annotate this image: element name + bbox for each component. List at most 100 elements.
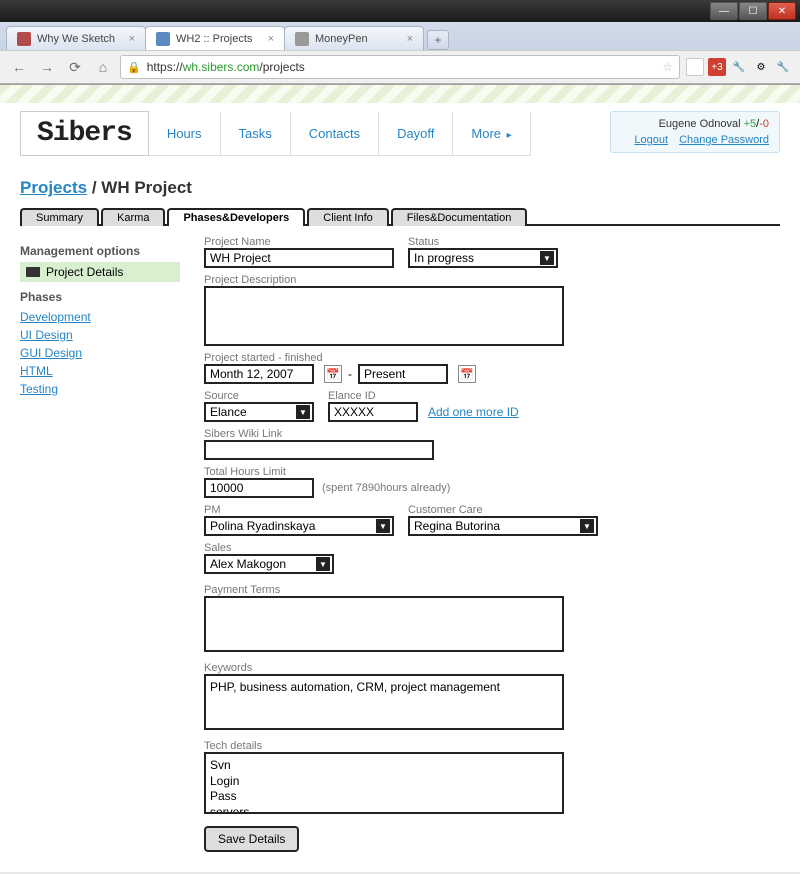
tab-close-icon[interactable]: ×	[268, 33, 274, 45]
chevron-down-icon: ▼	[296, 405, 310, 419]
source-select[interactable]: Elance ▼	[204, 402, 314, 422]
elance-id-input[interactable]	[328, 402, 418, 422]
minimize-button[interactable]: —	[710, 2, 738, 20]
user-plus-score: +5	[744, 118, 757, 130]
extension-icons: +3 🔧 ⚙ 🔧	[686, 58, 792, 76]
change-password-link[interactable]: Change Password	[679, 134, 769, 146]
nav-hours[interactable]: Hours	[149, 112, 221, 156]
date-end-input[interactable]	[358, 364, 448, 384]
reload-button[interactable]: ⟳	[64, 56, 86, 78]
label-status: Status	[408, 236, 558, 248]
chevron-down-icon: ▼	[316, 557, 330, 571]
tab-title: WH2 :: Projects	[176, 33, 262, 45]
sidebar-phase-development[interactable]: Development	[20, 308, 180, 326]
calendar-icon[interactable]: 📅	[458, 365, 476, 383]
project-tabs: Summary Karma Phases&Developers Client I…	[20, 206, 780, 224]
user-minus-score: -0	[759, 118, 769, 130]
browser-tab[interactable]: WH2 :: Projects ×	[145, 26, 285, 50]
label-elance-id: Elance ID	[328, 390, 519, 402]
label-source: Source	[204, 390, 314, 402]
sidebar-phase-html[interactable]: HTML	[20, 362, 180, 380]
tab-close-icon[interactable]: ×	[129, 33, 135, 45]
logo[interactable]: Sibers	[20, 111, 149, 156]
customer-care-select[interactable]: Regina Butorina ▼	[408, 516, 598, 536]
breadcrumb-current: WH Project	[101, 178, 192, 197]
browser-chrome: — ☐ ✕ Why We Sketch × WH2 :: Projects × …	[0, 0, 800, 85]
project-name-input[interactable]	[204, 248, 394, 268]
extension-icon[interactable]	[686, 58, 704, 76]
save-details-button[interactable]: Save Details	[204, 826, 299, 852]
sidebar-item-project-details[interactable]: Project Details	[20, 262, 180, 282]
logout-link[interactable]: Logout	[634, 134, 668, 146]
project-form: Project Name Status In progress ▼ Projec…	[204, 236, 780, 852]
sidebar: Management options Project Details Phase…	[20, 236, 180, 852]
chevron-down-icon: ▼	[580, 519, 594, 533]
extension-icon[interactable]: +3	[708, 58, 726, 76]
favicon-icon	[295, 32, 309, 46]
nav-tasks[interactable]: Tasks	[221, 112, 291, 156]
label-pm: PM	[204, 504, 394, 516]
hours-limit-input[interactable]	[204, 478, 314, 498]
wiki-link-input[interactable]	[204, 440, 434, 460]
label-project-name: Project Name	[204, 236, 394, 248]
extension-icon[interactable]: 🔧	[730, 58, 748, 76]
tab-title: Why We Sketch	[37, 33, 123, 45]
nav-dayoff[interactable]: Dayoff	[379, 112, 453, 156]
label-tech-details: Tech details	[204, 740, 780, 752]
sidebar-phase-testing[interactable]: Testing	[20, 380, 180, 398]
back-button[interactable]: ←	[8, 56, 30, 78]
tab-phases-developers[interactable]: Phases&Developers	[167, 208, 305, 226]
sidebar-heading-management: Management options	[20, 244, 180, 258]
label-description: Project Description	[204, 274, 780, 286]
favicon-icon	[17, 32, 31, 46]
bookmark-star-icon[interactable]: ☆	[662, 60, 673, 74]
address-bar: ← → ⟳ ⌂ 🔒 https://wh.sibers.com/projects…	[0, 50, 800, 84]
breadcrumb-root[interactable]: Projects	[20, 178, 87, 197]
document-icon	[26, 267, 40, 277]
sidebar-phase-ui-design[interactable]: UI Design	[20, 326, 180, 344]
chevron-down-icon: ▼	[376, 519, 390, 533]
page-body: Sibers Hours Tasks Contacts Dayoff More …	[0, 85, 800, 872]
decorative-stripe	[0, 85, 800, 103]
pm-select[interactable]: Polina Ryadinskaya ▼	[204, 516, 394, 536]
payment-terms-textarea[interactable]	[204, 596, 564, 652]
sidebar-phase-gui-design[interactable]: GUI Design	[20, 344, 180, 362]
extension-icon[interactable]: ⚙	[752, 58, 770, 76]
browser-tab[interactable]: Why We Sketch ×	[6, 26, 146, 50]
browser-tab-strip: Why We Sketch × WH2 :: Projects × MoneyP…	[0, 22, 800, 50]
browser-tab[interactable]: MoneyPen ×	[284, 26, 424, 50]
label-wiki: Sibers Wiki Link	[204, 428, 780, 440]
label-keywords: Keywords	[204, 662, 780, 674]
url-box[interactable]: 🔒 https://wh.sibers.com/projects ☆	[120, 55, 680, 79]
tab-client-info[interactable]: Client Info	[307, 208, 389, 226]
tab-files-documentation[interactable]: Files&Documentation	[391, 208, 528, 226]
status-select[interactable]: In progress ▼	[408, 248, 558, 268]
sales-select[interactable]: Alex Makogon ▼	[204, 554, 334, 574]
tab-summary[interactable]: Summary	[20, 208, 99, 226]
tech-details-textarea[interactable]: Svn Login Pass servers	[204, 752, 564, 814]
main-nav: Hours Tasks Contacts Dayoff More ▸	[149, 112, 531, 156]
nav-contacts[interactable]: Contacts	[291, 112, 379, 156]
wrench-menu-icon[interactable]: 🔧	[774, 58, 792, 76]
date-start-input[interactable]	[204, 364, 314, 384]
add-id-link[interactable]: Add one more ID	[428, 405, 519, 419]
nav-more[interactable]: More ▸	[453, 112, 530, 156]
label-dates: Project started - finished	[204, 352, 780, 364]
chevron-right-icon: ▸	[507, 130, 512, 141]
url-text: https://wh.sibers.com/projects	[147, 60, 657, 74]
lock-icon: 🔒	[127, 61, 141, 74]
new-tab-button[interactable]: +	[427, 30, 449, 50]
label-hours-limit: Total Hours Limit	[204, 466, 780, 478]
user-info-box: Eugene Odnoval +5/-0 Logout Change Passw…	[610, 111, 780, 153]
keywords-textarea[interactable]: PHP, business automation, CRM, project m…	[204, 674, 564, 730]
close-window-button[interactable]: ✕	[768, 2, 796, 20]
description-textarea[interactable]	[204, 286, 564, 346]
calendar-icon[interactable]: 📅	[324, 365, 342, 383]
maximize-button[interactable]: ☐	[739, 2, 767, 20]
home-button[interactable]: ⌂	[92, 56, 114, 78]
chevron-down-icon: ▼	[540, 251, 554, 265]
tab-close-icon[interactable]: ×	[407, 33, 413, 45]
tab-karma[interactable]: Karma	[101, 208, 165, 226]
forward-button[interactable]: →	[36, 56, 58, 78]
sidebar-heading-phases: Phases	[20, 290, 180, 304]
